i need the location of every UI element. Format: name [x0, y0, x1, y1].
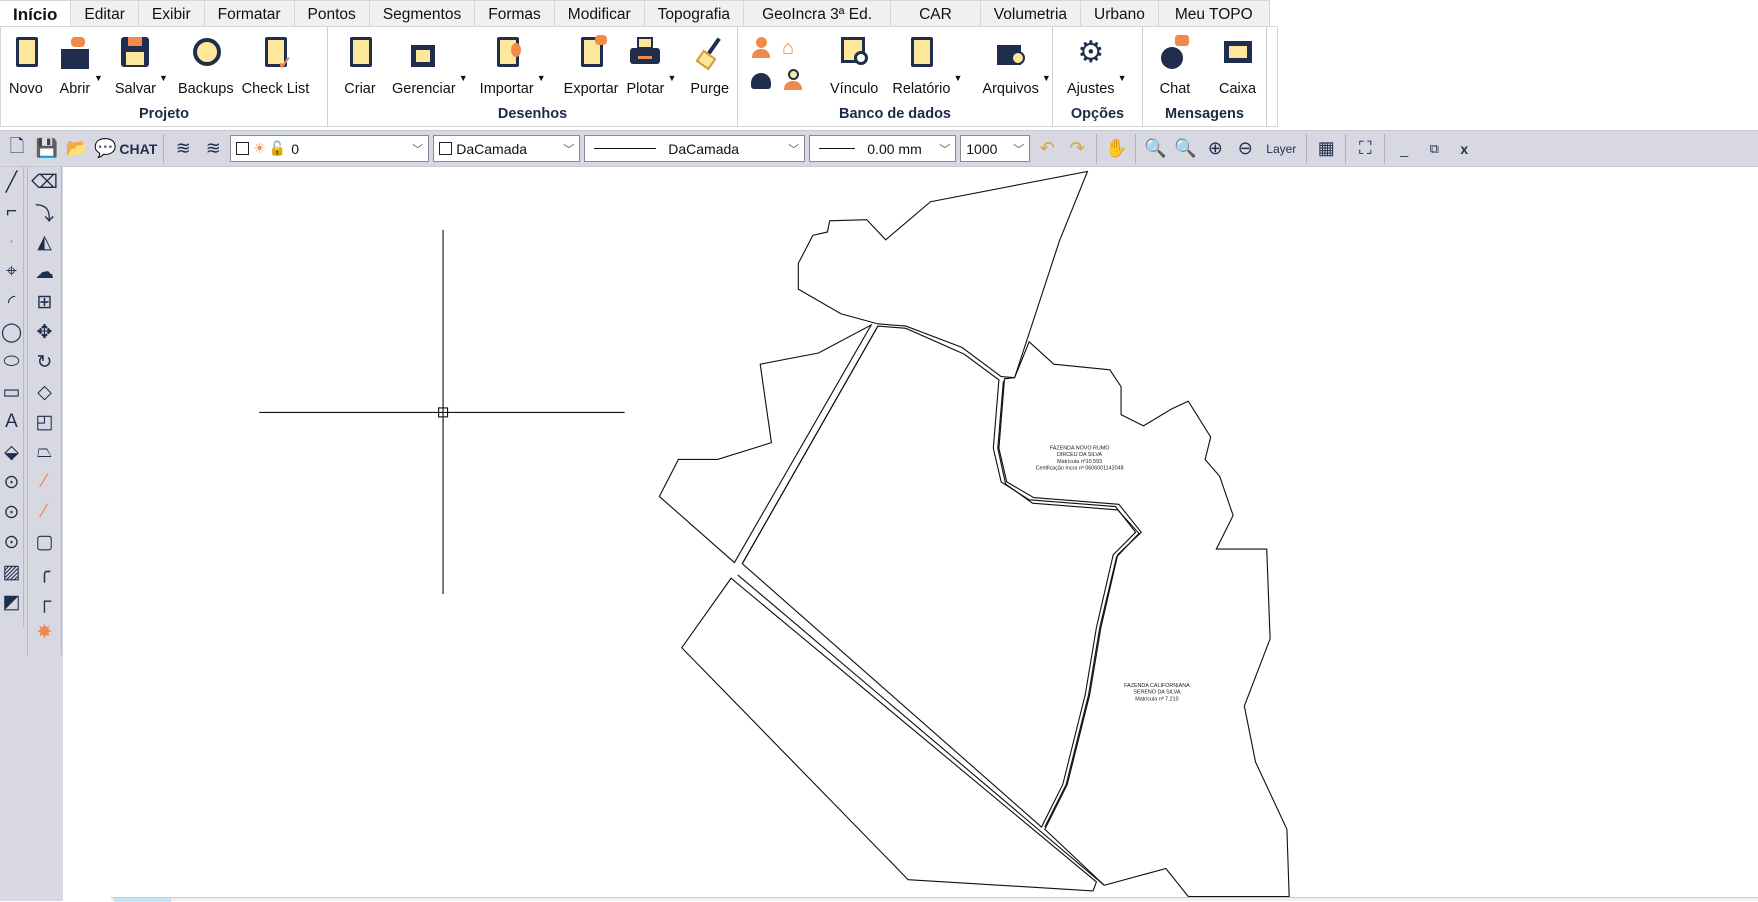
- parcel-central: [741, 325, 1137, 828]
- label-line: Matrícula nº 7.210: [1135, 696, 1178, 702]
- road-line: [737, 574, 1105, 886]
- parcel-east: [998, 340, 1290, 898]
- parcel-label-californiana: FAZENDA CALIFORNIANA SERENO DA SILVA Mat…: [1124, 683, 1190, 702]
- label-line: FAZENDA CALIFORNIANA: [1124, 683, 1190, 689]
- horizontal-scrollbar[interactable]: [111, 897, 1758, 902]
- label-line: DIRCEU DA SILVA: [1057, 452, 1102, 458]
- parcel-label-novo-rumo: FAZENDA NOVO RUMO DIRCEU DA SILVA Matríc…: [1036, 445, 1124, 471]
- scrollbar-thumb[interactable]: [114, 898, 171, 902]
- drawing-svg: FAZENDA NOVO RUMO DIRCEU DA SILVA Matríc…: [259, 170, 1290, 898]
- label-line: Matrícula nº10.593: [1057, 459, 1102, 465]
- label-line: Certificação Incra nº 0606001142048: [1036, 466, 1124, 472]
- parcel-west: [658, 323, 873, 564]
- label-line: SERENO DA SILVA: [1133, 690, 1181, 696]
- parcel-north: [797, 170, 1089, 379]
- label-line: FAZENDA NOVO RUMO: [1050, 445, 1110, 451]
- parcel-southwest: [681, 577, 1098, 892]
